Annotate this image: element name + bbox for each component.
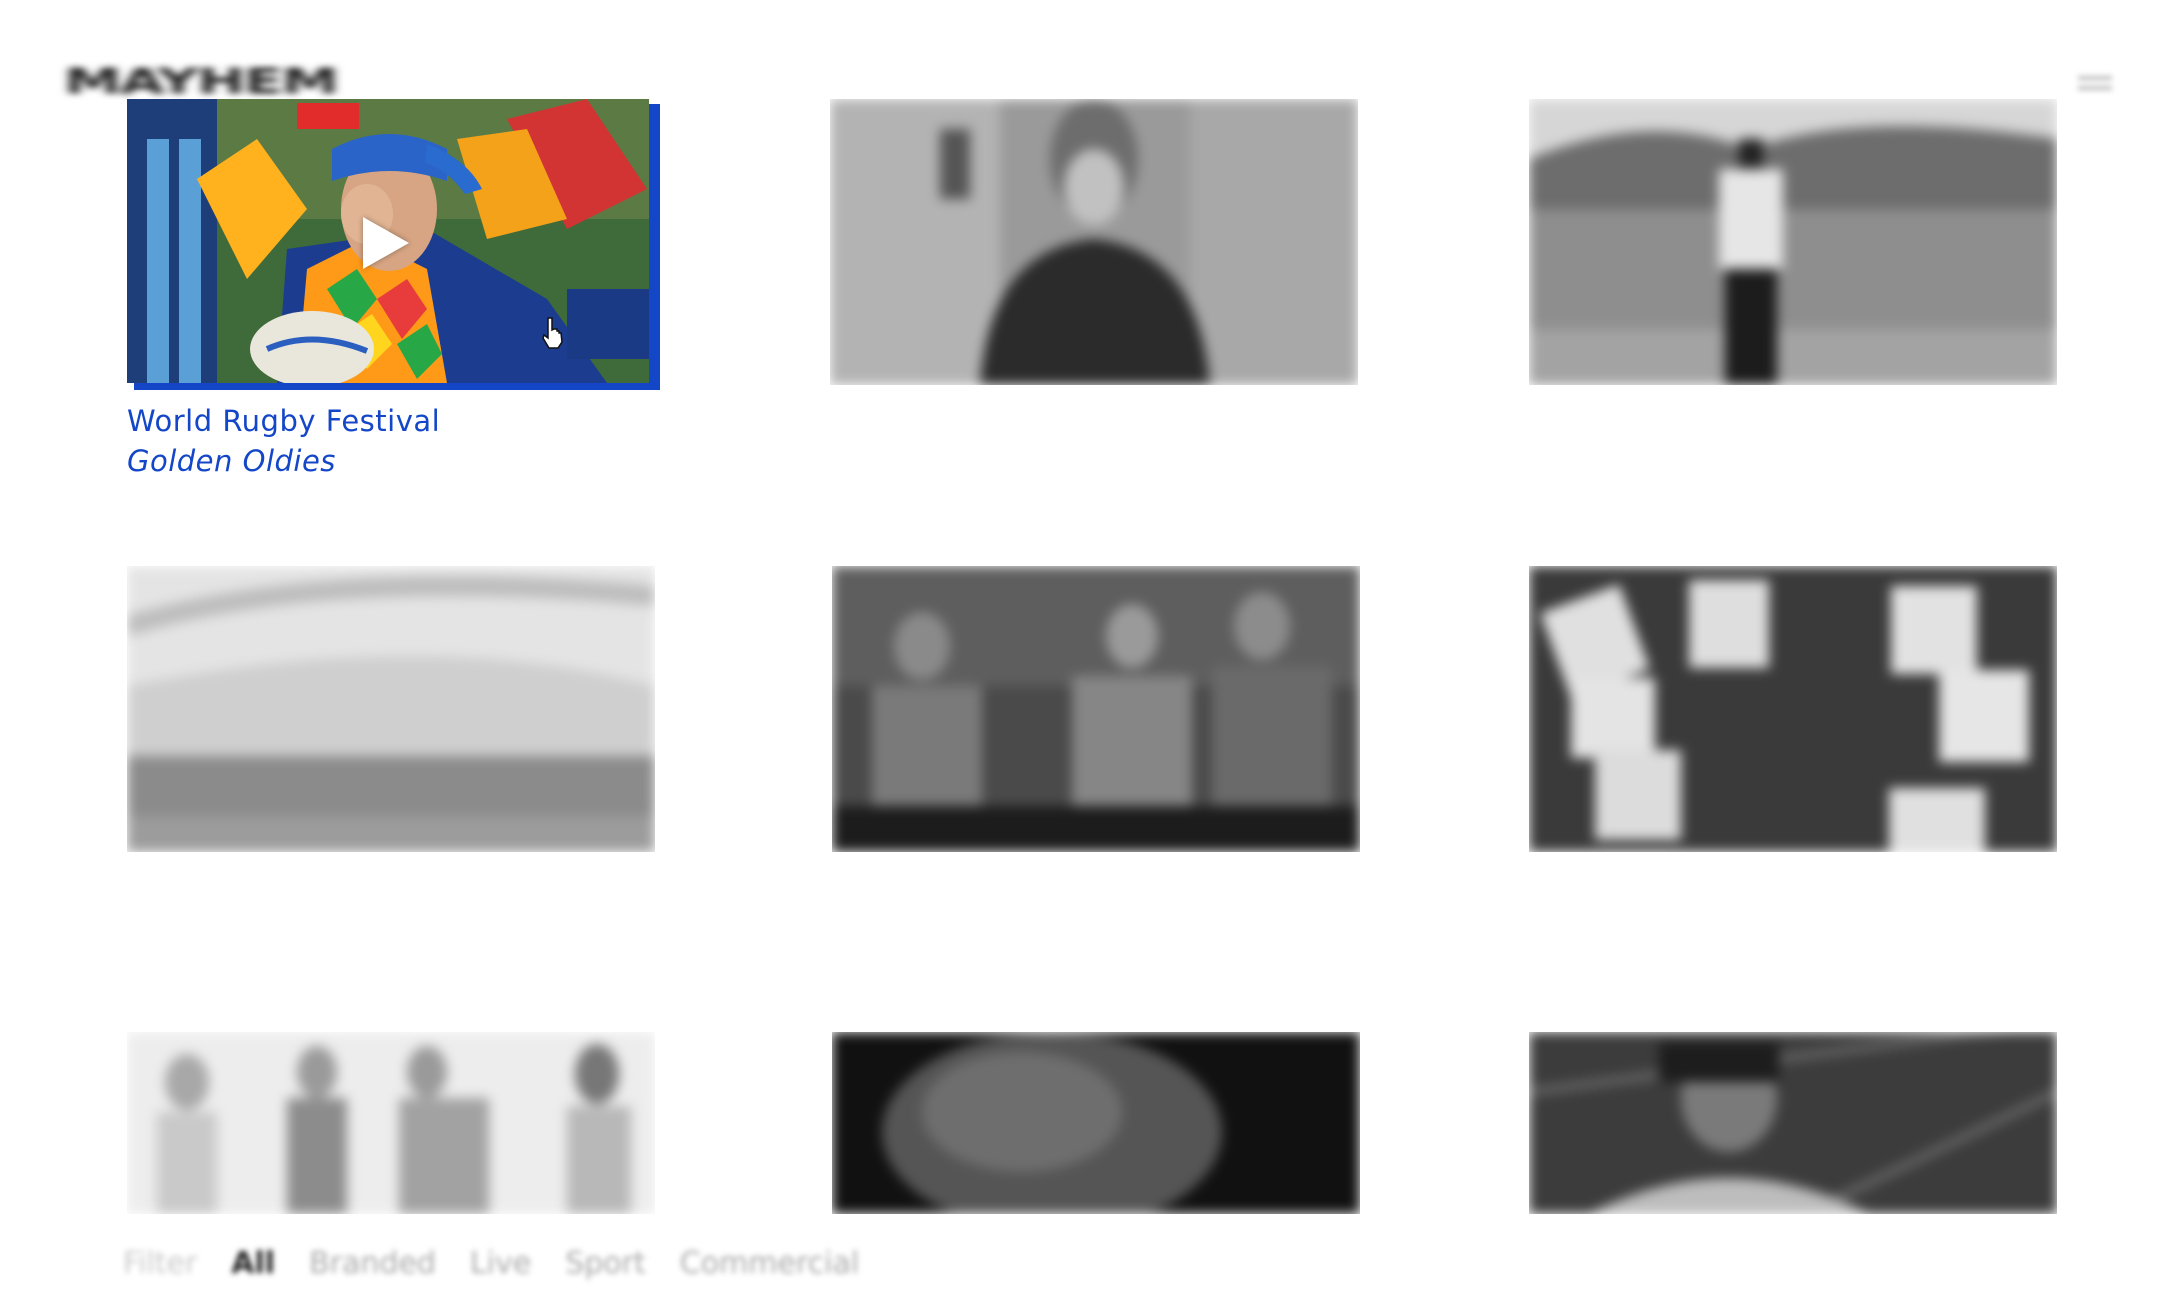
featured-title[interactable]: World Rugby Festival bbox=[127, 404, 440, 438]
video-thumbnail bbox=[127, 566, 655, 852]
filter-option-live[interactable]: Live bbox=[470, 1246, 531, 1281]
video-thumbnail bbox=[1529, 1032, 2057, 1214]
video-thumbnail bbox=[127, 1032, 655, 1214]
video-tile[interactable] bbox=[830, 99, 1358, 385]
logo[interactable]: MAYHEM bbox=[64, 60, 339, 102]
video-tile[interactable] bbox=[832, 1032, 1360, 1214]
hamburger-menu-icon[interactable] bbox=[2078, 76, 2112, 100]
video-thumbnail bbox=[832, 1032, 1360, 1214]
play-icon[interactable] bbox=[363, 217, 409, 269]
video-thumbnail bbox=[1529, 566, 2057, 852]
video-thumbnail bbox=[830, 99, 1358, 385]
video-tile-featured[interactable] bbox=[127, 99, 649, 383]
filter-label: Filter bbox=[123, 1246, 198, 1281]
video-tile[interactable] bbox=[1529, 566, 2057, 852]
video-tile[interactable] bbox=[127, 1032, 655, 1214]
filter-option-all[interactable]: All bbox=[231, 1246, 275, 1281]
video-thumbnail bbox=[832, 566, 1360, 852]
filter-option-sport[interactable]: Sport bbox=[565, 1246, 646, 1281]
hand-cursor-icon bbox=[542, 317, 563, 349]
featured-subtitle[interactable]: Golden Oldies bbox=[127, 444, 336, 478]
filter-bar: Filter All Branded Live Sport Commercial bbox=[123, 1246, 859, 1281]
filter-option-branded[interactable]: Branded bbox=[309, 1246, 436, 1281]
video-tile[interactable] bbox=[1529, 1032, 2057, 1214]
video-tile[interactable] bbox=[127, 566, 655, 852]
video-tile[interactable] bbox=[832, 566, 1360, 852]
filter-option-commercial[interactable]: Commercial bbox=[680, 1246, 859, 1281]
video-thumbnail bbox=[1529, 99, 2057, 385]
video-tile[interactable] bbox=[1529, 99, 2057, 385]
